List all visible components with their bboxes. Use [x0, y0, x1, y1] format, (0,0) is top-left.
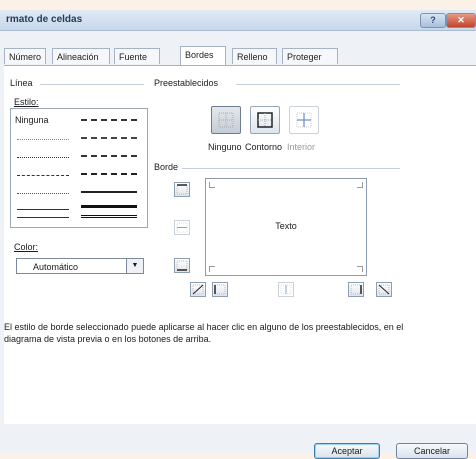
preset-interior-label: Interior — [287, 142, 316, 152]
cancel-button[interactable]: Cancelar — [396, 443, 468, 459]
border-top-icon — [176, 184, 188, 195]
line-style-dash-dot[interactable] — [17, 193, 69, 194]
preestablecidos-separator — [236, 84, 400, 85]
border-diagonal-down-button[interactable] — [376, 282, 392, 297]
line-style-thin-2[interactable] — [17, 217, 69, 218]
borde-label: Borde — [154, 162, 179, 172]
border-left-icon — [214, 284, 226, 295]
bordes-panel: Línea Estilo: Ninguna Color: Automático … — [4, 65, 476, 424]
border-inside-horizontal-button[interactable] — [174, 220, 190, 235]
border-inside-vertical-button[interactable] — [278, 282, 294, 297]
border-bottom-button[interactable] — [174, 258, 190, 273]
border-right-button[interactable] — [348, 282, 364, 297]
borde-separator — [182, 168, 400, 169]
preestablecidos-label: Preestablecidos — [154, 78, 219, 88]
line-style-slant-dash-dot[interactable] — [81, 137, 137, 139]
color-value: Automático — [33, 262, 79, 272]
tab-fuente[interactable]: Fuente — [114, 48, 160, 64]
border-preview[interactable]: Texto — [205, 178, 367, 276]
preview-corner-br — [357, 266, 363, 272]
preview-corner-tr — [357, 182, 363, 188]
title-bar: rmato de celdas ? ✕ — [0, 10, 476, 31]
background-strip — [0, 0, 476, 10]
preset-contorno-button[interactable] — [250, 106, 280, 134]
border-left-button[interactable] — [212, 282, 228, 297]
preset-ninguno-button[interactable] — [211, 106, 241, 134]
help-button[interactable]: ? — [420, 13, 446, 28]
line-style-medium[interactable] — [81, 191, 137, 193]
estilo-label: Estilo: — [14, 97, 39, 107]
line-style-thick[interactable] — [81, 205, 137, 208]
preset-interior-button[interactable] — [289, 106, 319, 134]
line-style-dash-dot-dot[interactable] — [17, 175, 69, 176]
diagonal-down-icon — [378, 284, 390, 295]
border-bottom-icon — [176, 260, 188, 271]
chevron-down-icon[interactable]: ▼ — [126, 259, 143, 273]
color-select[interactable]: Automático ▼ — [16, 258, 144, 274]
tab-alineacion[interactable]: Alineación — [52, 48, 110, 64]
border-top-button[interactable] — [174, 182, 190, 197]
preset-contorno-label: Contorno — [245, 142, 283, 152]
accept-button[interactable]: Aceptar — [314, 443, 380, 459]
line-style-hair[interactable] — [17, 139, 69, 140]
close-button[interactable]: ✕ — [446, 13, 476, 28]
border-right-icon — [350, 284, 362, 295]
color-label: Color: — [14, 242, 39, 252]
tab-bordes[interactable]: Bordes — [180, 46, 226, 65]
help-description: El estilo de borde seleccionado puede ap… — [4, 322, 404, 344]
line-style-none[interactable]: Ninguna — [15, 115, 49, 125]
border-diagonal-up-button[interactable] — [190, 282, 206, 297]
border-inside-horizontal-icon — [176, 222, 188, 233]
linea-group-label: Línea — [10, 78, 33, 88]
border-none-icon — [218, 112, 234, 128]
tab-relleno[interactable]: Relleno — [232, 48, 277, 64]
line-style-list[interactable]: Ninguna — [10, 108, 148, 228]
border-inside-icon — [296, 112, 312, 128]
dialog-title: rmato de celdas — [6, 14, 83, 25]
border-outline-icon — [257, 112, 273, 128]
preset-ninguno-label: Ninguno — [208, 142, 242, 152]
line-style-medium-dashed[interactable] — [81, 173, 137, 175]
line-style-medium-dash-dot-dot[interactable] — [81, 119, 137, 121]
linea-separator — [40, 84, 144, 85]
preview-text: Texto — [275, 221, 297, 231]
line-style-thin[interactable] — [17, 209, 69, 210]
border-inside-vertical-icon — [280, 284, 292, 295]
preview-corner-tl — [209, 182, 215, 188]
tab-numero[interactable]: Número — [4, 48, 46, 64]
diagonal-up-icon — [192, 284, 204, 295]
line-style-medium-dash-dot[interactable] — [81, 155, 137, 157]
tab-proteger[interactable]: Proteger — [282, 48, 338, 64]
line-style-dotted[interactable] — [17, 157, 69, 158]
line-style-double[interactable] — [81, 215, 137, 218]
preview-corner-bl — [209, 266, 215, 272]
